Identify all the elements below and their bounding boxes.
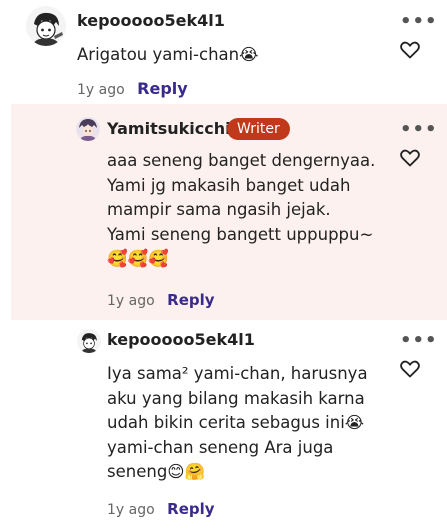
comment-time: 1y ago — [107, 293, 155, 309]
avatar[interactable] — [26, 6, 66, 46]
more-options-icon[interactable]: ••• — [400, 13, 438, 31]
heart-outline-icon[interactable] — [400, 41, 420, 59]
heart-outline-icon[interactable] — [400, 360, 420, 378]
writer-badge: Writer — [227, 118, 290, 140]
writer-comment-item: Yamitsukicchi Writer ••• aaa seneng bang… — [11, 104, 447, 320]
comment-meta: 1y ago Reply — [77, 79, 188, 98]
reply-button[interactable]: Reply — [167, 291, 214, 309]
reply-button[interactable]: Reply — [137, 79, 188, 98]
comment-meta: 1y ago Reply — [107, 291, 215, 309]
comment-time: 1y ago — [77, 82, 125, 98]
comment-username[interactable]: kepooooo5ek4l1 — [107, 330, 255, 349]
comment-time: 1y ago — [107, 502, 155, 518]
comment-username[interactable]: kepooooo5ek4l1 — [77, 11, 225, 30]
comment-username[interactable]: Yamitsukicchi — [107, 119, 231, 138]
reply-button[interactable]: Reply — [167, 500, 214, 518]
avatar[interactable] — [76, 117, 100, 141]
comment-text: aaa seneng banget dengernyaa. Yami jg ma… — [107, 151, 376, 268]
more-options-icon[interactable]: ••• — [400, 332, 438, 350]
comment-item: kepooooo5ek4l1 ••• Iya sama² yami-chan, … — [0, 322, 447, 532]
comment-meta: 1y ago Reply — [107, 500, 215, 518]
comment-text: Arigatou yami-chan😭 — [77, 45, 259, 64]
comment-item: kepooooo5ek4l1 ••• Arigatou yami-chan😭 1… — [0, 0, 447, 104]
avatar[interactable] — [77, 329, 101, 353]
comment-text: Iya sama² yami-chan, harusnya aku yang b… — [107, 364, 368, 481]
more-options-icon[interactable]: ••• — [400, 121, 438, 139]
heart-outline-icon[interactable] — [400, 149, 420, 167]
